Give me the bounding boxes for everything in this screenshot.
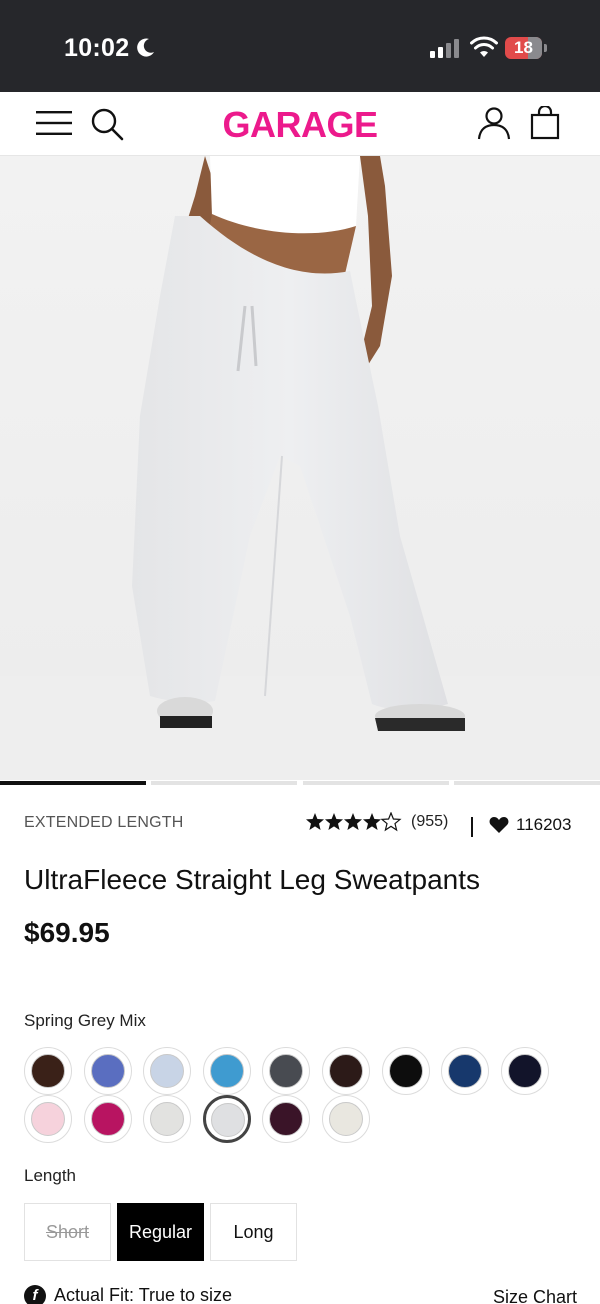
size-chart-link[interactable]: Size Chart — [493, 1287, 577, 1304]
selected-color-label: Spring Grey Mix — [24, 1011, 146, 1030]
carousel-indicator[interactable] — [0, 781, 146, 785]
wifi-icon — [470, 36, 498, 57]
carousel-indicator[interactable] — [151, 781, 297, 785]
review-count[interactable]: (955) — [411, 813, 448, 831]
swatch-color-dot — [507, 1054, 542, 1088]
swatch-color-dot — [388, 1054, 423, 1088]
like-count: 116203 — [516, 815, 572, 834]
product-title: UltraFleece Straight Leg Sweatpants — [24, 864, 481, 895]
color-swatch[interactable] — [143, 1047, 192, 1095]
color-swatch[interactable] — [83, 1047, 132, 1095]
color-swatch[interactable] — [322, 1095, 370, 1143]
swatch-color-dot — [210, 1103, 245, 1137]
color-swatch[interactable] — [143, 1095, 192, 1143]
length-label: Length — [24, 1166, 76, 1185]
product-tagline: EXTENDED LENGTH — [24, 814, 184, 831]
actual-fit-text: Actual Fit: True to size — [54, 1285, 233, 1304]
swatch-color-dot — [269, 1054, 304, 1088]
shopping-bag-icon[interactable] — [530, 106, 560, 140]
swatch-color-dot — [31, 1054, 65, 1088]
cellular-signal-icon — [430, 39, 459, 58]
swatch-color-dot — [329, 1054, 363, 1088]
site-header: GARAGE — [0, 92, 600, 156]
account-icon[interactable] — [477, 106, 511, 140]
status-time: 10:02 — [64, 34, 130, 62]
battery-level: 18 — [514, 38, 533, 57]
length-option-regular[interactable]: Regular — [117, 1203, 204, 1261]
product-price: $69.95 — [24, 917, 110, 948]
product-image[interactable] — [0, 156, 600, 780]
do-not-disturb-moon-icon — [137, 38, 154, 57]
color-swatch[interactable] — [441, 1047, 490, 1095]
swatch-color-dot — [269, 1102, 304, 1136]
color-swatch[interactable] — [322, 1047, 370, 1095]
carousel-indicator[interactable] — [454, 781, 600, 785]
color-swatch[interactable] — [500, 1047, 549, 1095]
color-swatch[interactable] — [202, 1095, 251, 1143]
swatch-color-dot — [150, 1054, 185, 1088]
color-swatch[interactable] — [262, 1047, 311, 1095]
length-option-long[interactable]: Long — [210, 1203, 297, 1261]
divider — [471, 817, 473, 837]
color-swatch[interactable] — [24, 1047, 72, 1095]
swatch-color-dot — [31, 1102, 65, 1136]
fit-info-icon: f — [24, 1285, 46, 1304]
swatch-color-dot — [448, 1054, 483, 1088]
swatch-color-dot — [329, 1102, 363, 1136]
swatch-color-dot — [150, 1102, 185, 1136]
color-swatch[interactable] — [262, 1095, 311, 1143]
carousel-indicator[interactable] — [303, 781, 449, 785]
swatch-color-dot — [209, 1054, 244, 1088]
length-option-short[interactable]: Short — [24, 1203, 111, 1261]
color-swatch[interactable] — [381, 1047, 430, 1095]
color-swatch[interactable] — [202, 1047, 251, 1095]
carousel-indicators — [0, 781, 600, 785]
swatch-color-dot — [90, 1102, 125, 1136]
color-swatch[interactable] — [24, 1095, 72, 1143]
color-swatch[interactable] — [83, 1095, 132, 1143]
heart-icon[interactable] — [489, 816, 509, 834]
battery-indicator: 18 — [505, 37, 547, 59]
star-rating-icon[interactable] — [306, 812, 402, 832]
swatch-color-dot — [90, 1054, 125, 1088]
status-bar: 10:02 18 — [0, 0, 600, 92]
